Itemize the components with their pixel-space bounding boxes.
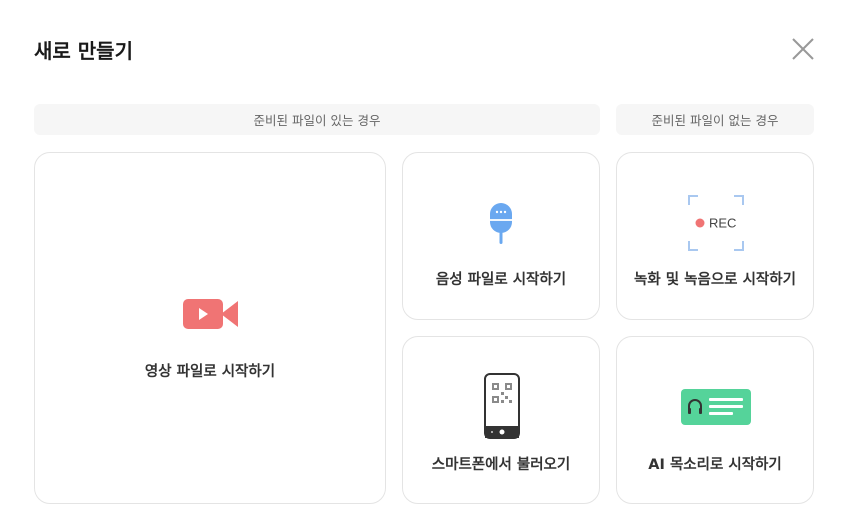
- smartphone-qr-icon: [484, 373, 520, 439]
- start-from-video-card[interactable]: 영상 파일로 시작하기: [34, 152, 386, 504]
- start-from-audio-label: 음성 파일로 시작하기: [435, 272, 567, 288]
- start-from-ai-voice-label: AI 목소리로 시작하기: [648, 457, 782, 473]
- rec-dot: [695, 218, 705, 228]
- dialog-title: 새로 만들기: [34, 39, 133, 63]
- video-camera-icon: [183, 299, 238, 329]
- import-from-smartphone-label: 스마트폰에서 불러오기: [431, 457, 571, 473]
- start-from-audio-card[interactable]: 음성 파일로 시작하기: [402, 152, 600, 320]
- import-from-smartphone-card[interactable]: 스마트폰에서 불러오기: [402, 336, 600, 504]
- rec-frame-icon: REC: [688, 195, 744, 251]
- close-icon[interactable]: [790, 36, 816, 62]
- ai-voice-icon: [681, 389, 751, 425]
- start-from-ai-voice-card[interactable]: AI 목소리로 시작하기: [616, 336, 814, 504]
- microphone-icon: [490, 203, 512, 244]
- section-label-with-file: 준비된 파일이 있는 경우: [34, 104, 600, 135]
- start-from-video-label: 영상 파일로 시작하기: [144, 364, 276, 380]
- start-from-recording-label: 녹화 및 녹음으로 시작하기: [634, 272, 796, 288]
- rec-badge-text: REC: [709, 216, 736, 231]
- start-from-recording-card[interactable]: REC 녹화 및 녹음으로 시작하기: [616, 152, 814, 320]
- section-label-without-file: 준비된 파일이 없는 경우: [616, 104, 814, 135]
